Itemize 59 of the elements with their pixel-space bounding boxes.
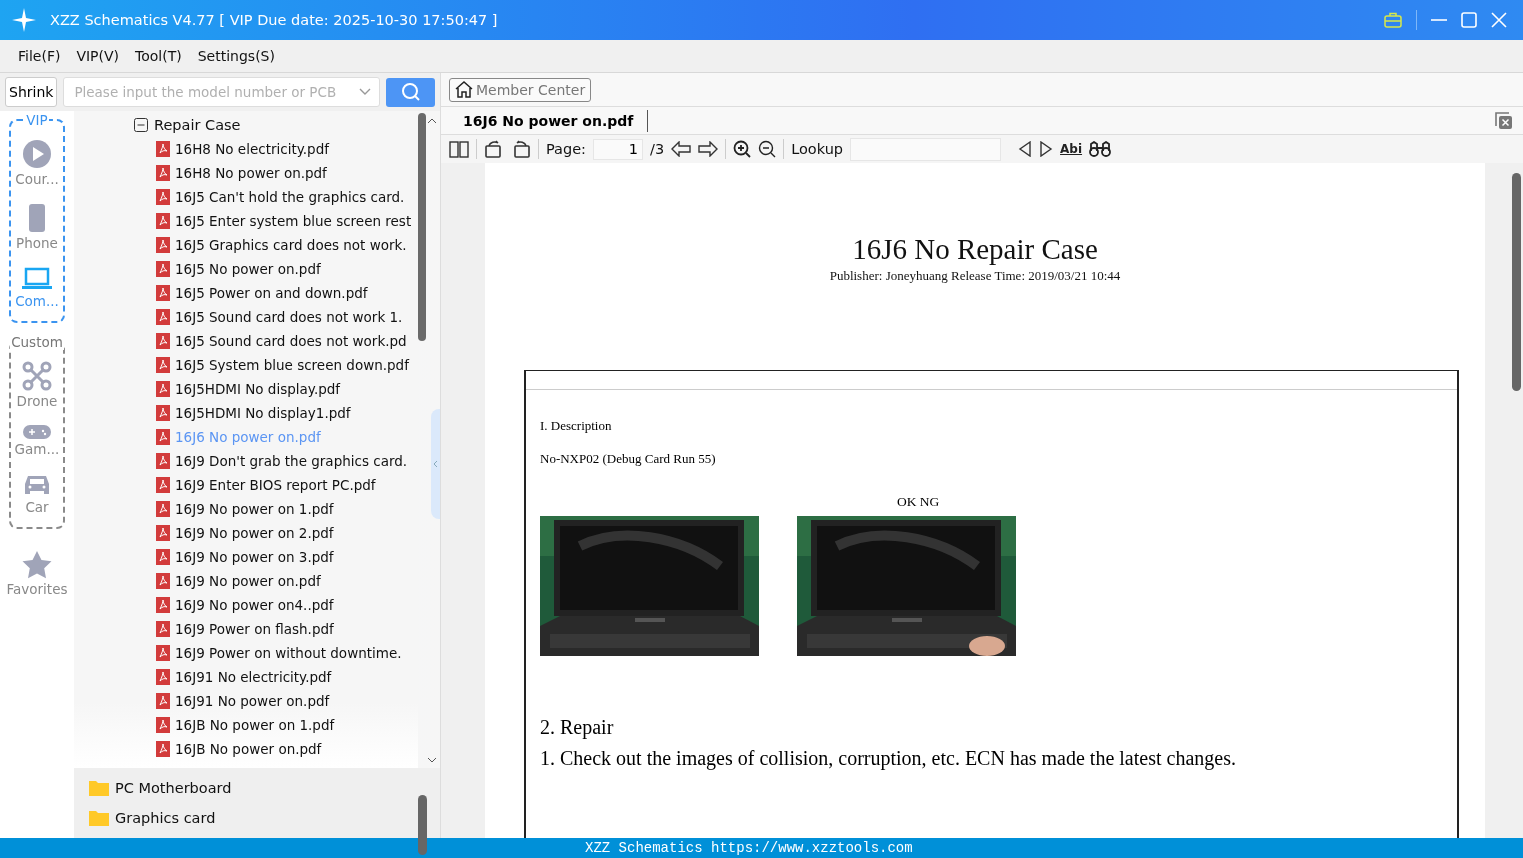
file-item[interactable]: 16J9 Power on flash.pdf (134, 617, 418, 641)
page-label: Page: (546, 141, 586, 157)
file-item[interactable]: 16J9 No power on.pdf (134, 569, 418, 593)
group-label: VIP (25, 112, 49, 128)
category-item[interactable]: Phone (16, 203, 58, 251)
repair-text: 1. Check out the images of collision, corruption, etc. ECN has made the latest changes. (540, 747, 1237, 770)
file-item[interactable]: 16J5 Power on and down.pdf (134, 281, 418, 305)
file-item[interactable]: 16J91 No electricity.pdf (134, 665, 418, 689)
menu-item[interactable]: Tool(T) (135, 48, 182, 64)
folder-item[interactable]: Graphics card (89, 803, 418, 833)
tree-folder[interactable]: Repair Case (134, 113, 418, 137)
menu-item[interactable]: File(F) (18, 48, 61, 64)
lookup-label: Lookup (791, 141, 844, 157)
file-item[interactable]: 16J9 No power on4..pdf (134, 593, 418, 617)
file-item[interactable]: 16J9 Don't grab the graphics card. (134, 449, 418, 473)
folder-label: Repair Case (154, 117, 241, 133)
search-field[interactable]: Please input the model number or PCB (63, 77, 381, 107)
file-item[interactable]: 16J5 Graphics card does not work. (134, 233, 418, 257)
section-heading: 2. Repair (540, 716, 615, 739)
file-item[interactable]: 16J91 No power on.pdf (134, 689, 418, 713)
shrink-button[interactable]: Shrink (5, 77, 58, 107)
favorites-item[interactable]: Favorites (6, 551, 68, 597)
file-item[interactable]: 16J9 Enter BIOS report PC.pdf (134, 473, 418, 497)
menu-item[interactable]: Settings(S) (197, 48, 275, 64)
file-item[interactable]: 16J5 Enter system blue screen rest (134, 209, 418, 233)
folder-item[interactable]: PC Motherboard (89, 773, 418, 803)
file-item[interactable]: 16J5HDMI No display.pdf (134, 377, 418, 401)
member-center-button[interactable]: Member Center (449, 77, 592, 102)
file-item[interactable]: 16J5 Can't hold the graphics card. (134, 185, 418, 209)
category-item[interactable]: Gam... (14, 425, 60, 457)
file-item[interactable]: 16J9 No power on 3.pdf (134, 545, 418, 569)
window-title: XZZ Schematics V4.77 [ VIP Due date: 2025-10-30 17:50:47 ] (50, 12, 498, 28)
file-item[interactable]: 16H8 No electricity.pdf (134, 137, 418, 161)
file-item[interactable]: 16J9 No power on 1.pdf (134, 497, 418, 521)
match-case-button[interactable]: Abi (1060, 142, 1083, 156)
document-meta: Publisher: Joneyhuang Release Time: 2019/03/21 10:44 (829, 268, 1121, 284)
file-item[interactable]: 16JB No power on.pdf (134, 737, 418, 761)
file-item[interactable]: 16JB No power on 1.pdf (134, 713, 418, 737)
group-label: Custom (10, 334, 64, 350)
file-item[interactable]: 16J5 Sound card does not work.pd (134, 329, 418, 353)
file-item[interactable]: 16J5 System blue screen down.pdf (134, 353, 418, 377)
page-total: /3 (650, 141, 665, 157)
category-item[interactable]: Cour... (15, 139, 59, 187)
file-item[interactable]: 16J5HDMI No display1.pdf (134, 401, 418, 425)
menu-item[interactable]: VIP(V) (76, 48, 120, 64)
document-title: 16J6 No Repair Case (852, 233, 1098, 266)
section-heading: I. Description (540, 418, 613, 434)
file-item[interactable]: 16J9 Power on without downtime. (134, 641, 418, 665)
category-item[interactable]: Drone (16, 361, 58, 409)
photo-caption: OK NG (897, 494, 941, 510)
file-item[interactable]: 16J5 No power on.pdf (134, 257, 418, 281)
file-item[interactable]: 16J5 Sound card does not work 1. (134, 305, 418, 329)
description-text: No-NXP02 (Debug Card Run 55) (540, 451, 717, 467)
file-item[interactable]: 16J9 No power on 2.pdf (134, 521, 418, 545)
page-input[interactable]: 1 (593, 138, 643, 160)
category-item[interactable]: Car (23, 473, 51, 515)
status-text: XZZ Schematics https://www.xzztools.com (585, 840, 913, 856)
file-item[interactable]: 16H8 No power on.pdf (134, 161, 418, 185)
document-tab[interactable]: 16J6 No power on.pdf (441, 109, 649, 132)
